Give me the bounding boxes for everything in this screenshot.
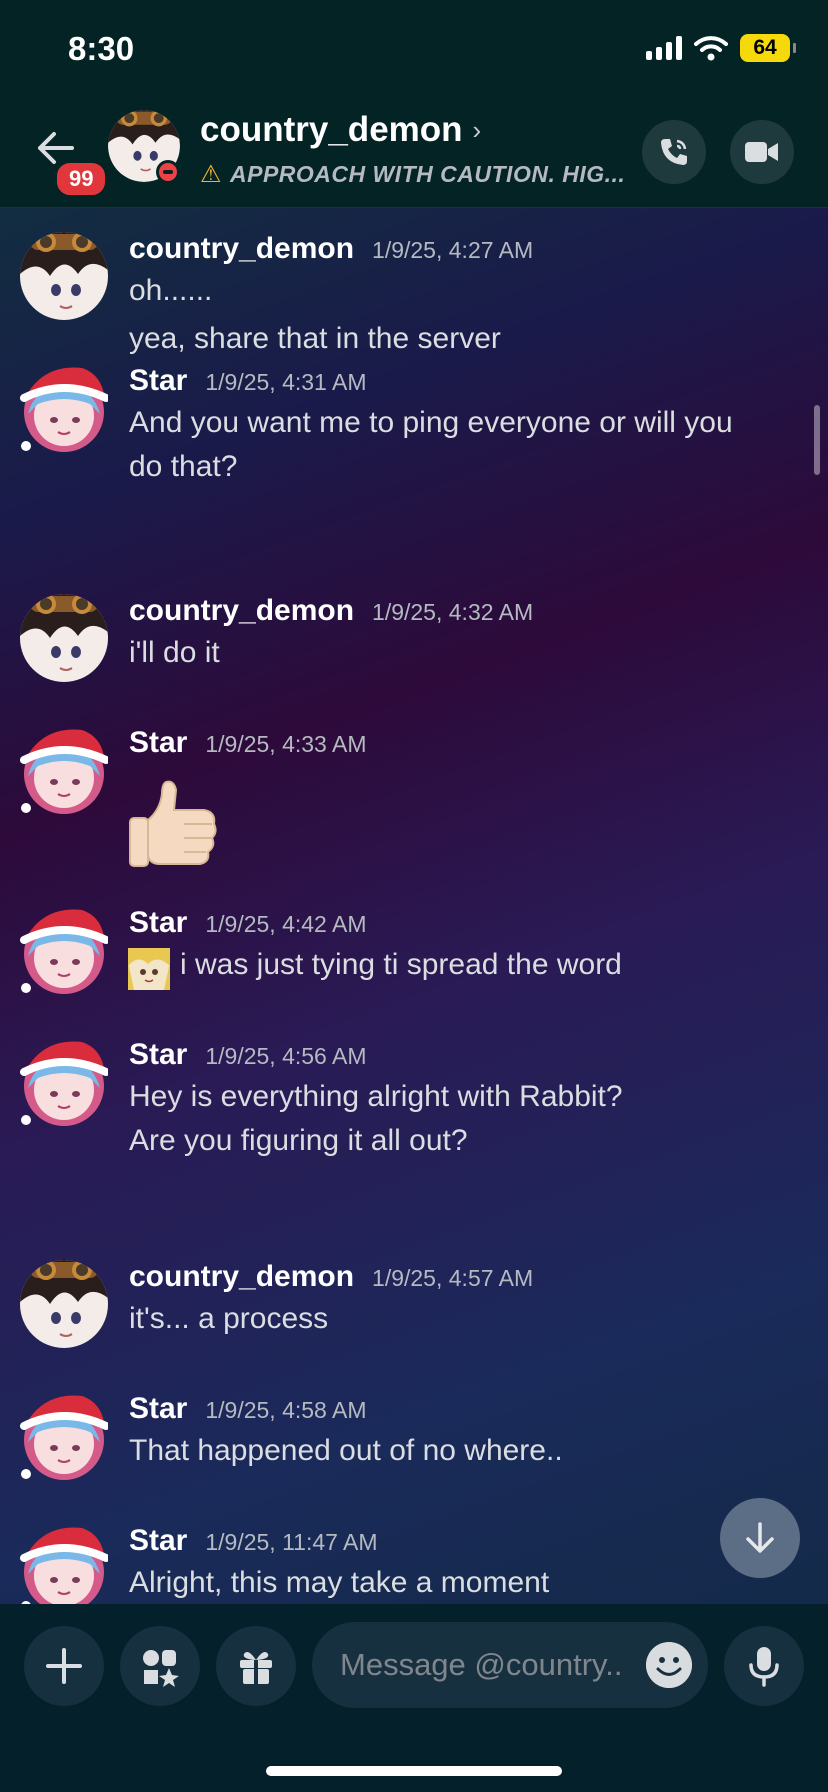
video-camera-icon [745, 142, 778, 162]
message-author[interactable]: Star [129, 1524, 187, 1558]
apps-icon [143, 1650, 179, 1687]
avatar[interactable] [20, 232, 108, 320]
message-text: Hey is everything alright with Rabbit? [129, 1080, 623, 1113]
message-author[interactable]: Star [129, 1392, 187, 1426]
voice-call-button[interactable] [642, 120, 706, 184]
emoji-icon[interactable] [646, 1642, 692, 1688]
message-composer: Message @country.. [0, 1604, 828, 1792]
jump-to-present-button[interactable] [720, 1498, 800, 1578]
message-timestamp: 1/9/25, 4:58 AM [205, 1397, 367, 1423]
message-timestamp: 1/9/25, 4:57 AM [372, 1265, 534, 1291]
message-text: Alright, this may take a moment [129, 1566, 550, 1599]
message-timestamp: 1/9/25, 4:42 AM [205, 911, 367, 937]
video-call-button[interactable] [730, 120, 794, 184]
custom-status-text: APPROACH WITH CAUTION. HIG... [230, 161, 626, 187]
message-text: That happened out of no where.. [129, 1434, 563, 1467]
chat-screen: 8:30 64 99 country_demon › ⚠ APPROACH WI… [0, 0, 828, 1792]
apps-button[interactable] [120, 1626, 200, 1706]
dnd-status-icon [156, 160, 180, 184]
battery-indicator: 64 [740, 34, 796, 62]
header-name: country_demon [200, 110, 463, 149]
status-time: 8:30 [68, 30, 135, 67]
chevron-right-icon: › [472, 114, 482, 145]
arrow-down-icon [746, 1522, 774, 1553]
header-status: ⚠ APPROACH WITH CAUTION. HIG... [200, 160, 625, 189]
unread-badge: 99 [54, 160, 109, 198]
message-timestamp: 1/9/25, 4:31 AM [205, 369, 367, 395]
message-author[interactable]: country_demon [129, 1260, 354, 1294]
microphone-icon [749, 1647, 779, 1687]
message-author[interactable]: country_demon [129, 594, 354, 628]
message-author[interactable]: country_demon [129, 232, 354, 266]
message-author[interactable]: Star [129, 364, 187, 398]
message-text: it's... a process [129, 1302, 329, 1335]
message-timestamp: 1/9/25, 4:27 AM [372, 237, 534, 263]
wifi-icon [694, 36, 728, 61]
warning-icon: ⚠ [200, 161, 223, 188]
add-attachment-button[interactable] [24, 1626, 104, 1706]
thumbs-up-icon [129, 780, 217, 867]
message-author[interactable]: Star [129, 906, 187, 940]
avatar[interactable] [20, 1524, 108, 1604]
message-text: oh...... [129, 274, 213, 307]
home-indicator[interactable] [266, 1766, 562, 1776]
message-text: yea, share that in the server [129, 322, 501, 355]
status-bar: 8:30 64 [0, 0, 828, 96]
header-title[interactable]: country_demon › [200, 110, 481, 150]
phone-icon [661, 139, 687, 165]
avatar[interactable] [20, 1038, 108, 1126]
gift-button[interactable] [216, 1626, 296, 1706]
gift-icon [240, 1652, 272, 1684]
message-timestamp: 1/9/25, 4:56 AM [205, 1043, 367, 1069]
message-text: And you want me to ping everyone or will… [129, 406, 733, 439]
message-input[interactable]: Message @country.. [312, 1622, 708, 1708]
message-text: Are you figuring it all out? [129, 1124, 468, 1157]
message-list[interactable]: country_demon 1/9/25, 4:27 AM oh...... y… [0, 208, 828, 1604]
message-text: do that? [129, 450, 238, 483]
signal-icon [646, 36, 682, 60]
avatar[interactable] [20, 1392, 108, 1480]
message-text: i'll do it [129, 636, 220, 669]
avatar[interactable] [20, 1260, 108, 1348]
message-text: i was just tying ti spread the word [180, 948, 622, 981]
custom-emoji-icon [128, 948, 170, 990]
scrollbar-thumb[interactable] [814, 405, 820, 475]
voice-message-button[interactable] [724, 1626, 804, 1706]
avatar[interactable] [20, 364, 108, 452]
status-icons: 64 [646, 34, 796, 62]
avatar[interactable] [20, 906, 108, 994]
plus-icon [46, 1648, 82, 1684]
message-timestamp: 1/9/25, 11:47 AM [205, 1529, 378, 1555]
avatar[interactable] [20, 594, 108, 682]
message-author[interactable]: Star [129, 726, 187, 760]
message-timestamp: 1/9/25, 4:33 AM [205, 731, 367, 757]
chat-header: 99 country_demon › ⚠ APPROACH WITH CAUTI… [0, 96, 828, 208]
message-author[interactable]: Star [129, 1038, 187, 1072]
message-input-placeholder: Message @country.. [340, 1647, 623, 1682]
avatar[interactable] [20, 726, 108, 814]
message-timestamp: 1/9/25, 4:32 AM [372, 599, 534, 625]
